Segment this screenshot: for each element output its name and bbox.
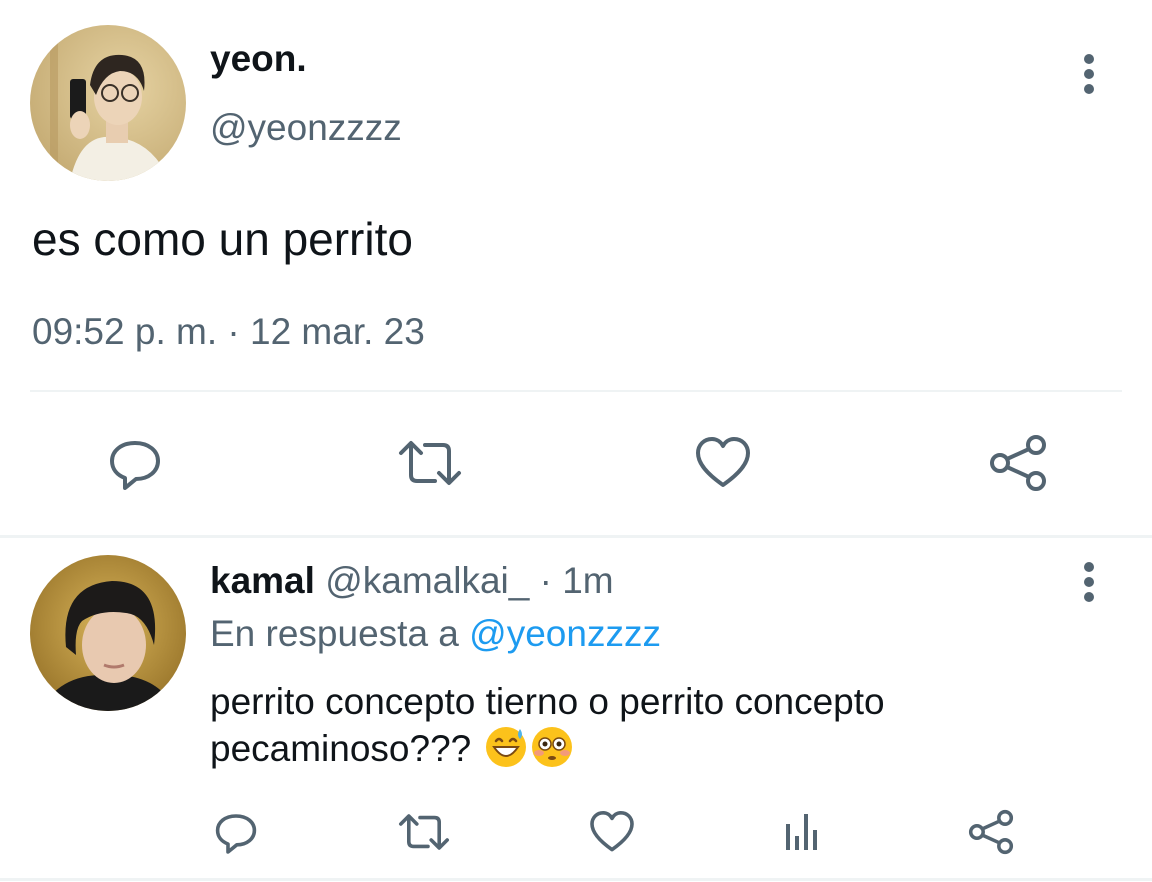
retweet-arrows-icon [399,814,449,850]
more-options-icon[interactable] [1074,560,1104,604]
analytics-button[interactable] [774,805,826,859]
share-nodes-icon [968,809,1014,855]
bottom-divider [0,878,1152,881]
reply-author-handle[interactable]: @kamalkai_ [325,560,529,601]
section-divider [0,535,1152,538]
retweet-arrows-icon [399,441,461,485]
tweet-text: es como un perrito [32,213,413,265]
tweet-date: 12 mar. 23 [250,311,425,352]
meta-separator: · [227,311,240,352]
bar-chart-icon [786,814,817,850]
share-button[interactable] [963,805,1019,859]
avatar-reply[interactable] [30,555,186,711]
retweet-button[interactable] [394,805,454,859]
speech-bubble-icon [215,814,257,854]
retweet-button[interactable] [392,430,468,496]
like-button[interactable] [688,430,758,496]
reply-time[interactable]: 1m [562,560,613,601]
share-button[interactable] [982,430,1054,496]
grinning-sweat-emoji [485,727,526,767]
reply-button[interactable] [210,805,262,859]
reply-button[interactable] [100,430,170,496]
share-nodes-icon [990,435,1046,491]
reply-author-name[interactable]: kamal [210,560,315,601]
more-options-icon[interactable] [1074,52,1104,96]
like-button[interactable] [586,805,638,859]
meta-separator: · [539,560,552,601]
replying-to-handle[interactable]: @yeonzzzz [469,613,661,654]
reply-text: perrito concepto tierno o perrito concep… [210,678,1110,772]
tweet-time: 09:52 p. m. [32,311,218,352]
avatar-main[interactable] [30,25,186,181]
author-handle[interactable]: @yeonzzzz [210,107,402,149]
reply-header: kamal @kamalkai_ · 1m [210,560,614,602]
author-name[interactable]: yeon. [210,38,307,80]
heart-icon [696,437,750,487]
replying-to: En respuesta a @yeonzzzz [210,613,661,655]
tweet-timestamp[interactable]: 09:52 p. m. · 12 mar. 23 [32,311,425,353]
replying-to-label: En respuesta a [210,613,459,654]
heart-icon [590,811,634,852]
speech-bubble-icon [110,441,160,490]
divider [30,390,1122,392]
flushed-face-emoji [531,727,572,767]
